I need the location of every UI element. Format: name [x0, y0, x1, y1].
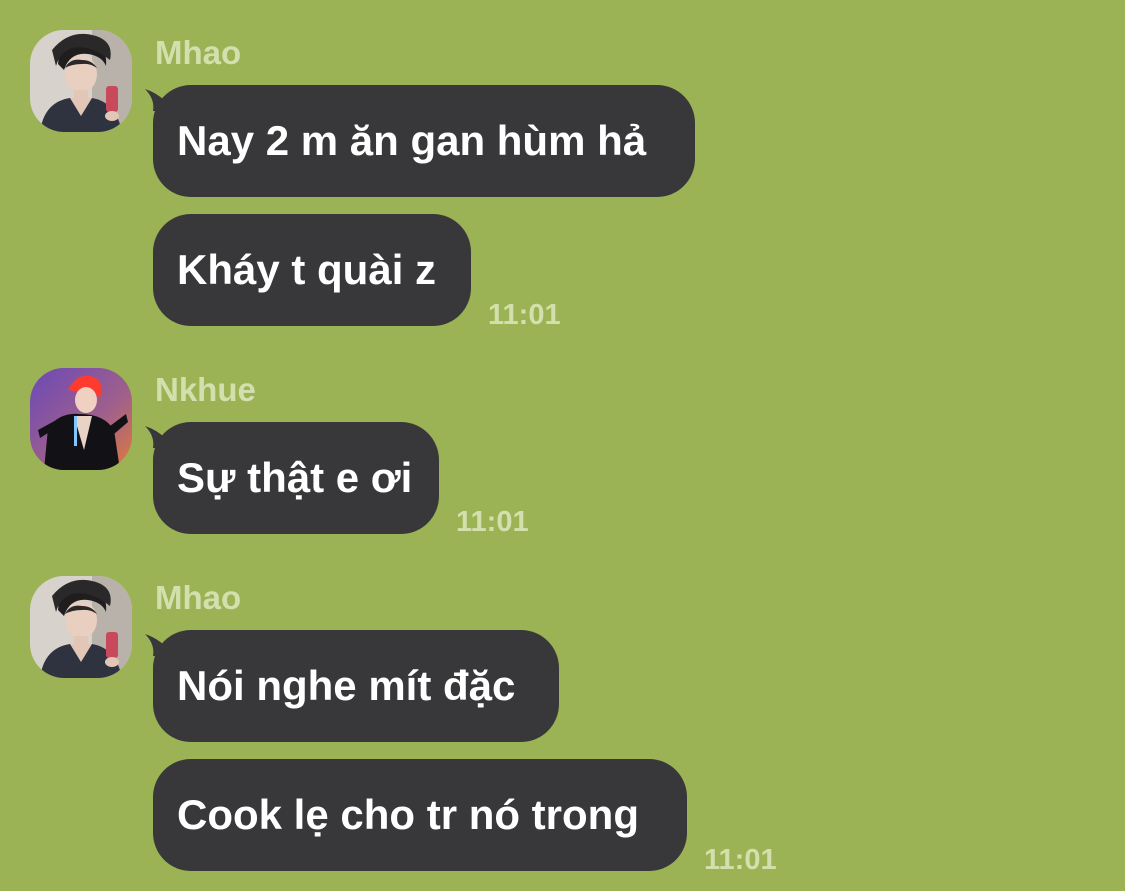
message-bubble[interactable]: Sự thật e ơi: [153, 422, 439, 534]
avatar[interactable]: [30, 368, 132, 470]
person-avatar-icon: [30, 368, 132, 470]
message-time: 11:01: [488, 299, 561, 331]
message-bubble[interactable]: Cook lẹ cho tr nó trong: [153, 759, 687, 871]
person-avatar-icon: [30, 30, 132, 132]
message-bubble[interactable]: Kháy t quài z: [153, 214, 471, 326]
sender-name: Mhao: [155, 579, 242, 616]
message-time: 11:01: [704, 844, 777, 876]
message-bubble[interactable]: Nói nghe mít đặc: [153, 630, 559, 742]
sender-name: Nkhue: [155, 371, 256, 408]
message-time: 11:01: [456, 506, 529, 538]
avatar[interactable]: [30, 30, 132, 132]
avatar[interactable]: [30, 576, 132, 678]
chat-area[interactable]: Mhao Nay 2 m ăn gan hùm hả Kháy t quài z…: [0, 0, 1125, 891]
message-bubble[interactable]: Nay 2 m ăn gan hùm hả: [153, 85, 695, 197]
sender-name: Mhao: [155, 34, 242, 71]
person-avatar-icon: [30, 576, 132, 678]
